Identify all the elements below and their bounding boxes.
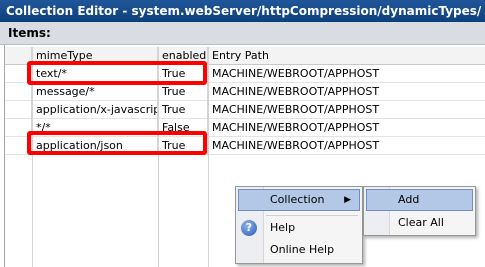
highlight-box-text	[27, 61, 207, 85]
row-selector[interactable]	[5, 83, 32, 101]
cell-enabled[interactable]: True	[158, 83, 208, 101]
cell-mimetype[interactable]: application/x-javascript	[32, 101, 158, 119]
context-menu: Collection ▶ ? Help Online Help	[235, 186, 363, 264]
menu-item-online-help[interactable]: Online Help	[238, 239, 360, 261]
column-header-entry-path[interactable]: Entry Path	[208, 47, 485, 65]
cell-entry-path[interactable]: MACHINE/WEBROOT/APPHOST	[208, 137, 485, 155]
row-selector[interactable]	[5, 101, 32, 119]
cell-enabled[interactable]: True	[158, 101, 208, 119]
menu-item-collection[interactable]: Collection ▶	[238, 189, 360, 211]
menu-item-help[interactable]: Help	[238, 217, 360, 239]
menu-item-label: Help	[270, 221, 296, 234]
table-row[interactable]: application/x-javascript True MACHINE/WE…	[5, 101, 485, 119]
menu-item-label: Add	[398, 193, 420, 206]
window-title: Collection Editor - system.webServer/htt…	[0, 0, 485, 22]
cell-entry-path[interactable]: MACHINE/WEBROOT/APPHOST	[208, 119, 485, 137]
cell-mimetype[interactable]: message/*	[32, 83, 158, 101]
menu-item-clear-all[interactable]: Clear All	[366, 212, 473, 234]
menu-separator	[266, 215, 358, 216]
cell-entry-path[interactable]: MACHINE/WEBROOT/APPHOST	[208, 83, 485, 101]
cell-entry-path[interactable]: MACHINE/WEBROOT/APPHOST	[208, 65, 485, 83]
table-row[interactable]: message/* True MACHINE/WEBROOT/APPHOST	[5, 83, 485, 101]
menu-item-label: Collection	[270, 193, 325, 206]
collection-submenu: Add Clear All	[363, 186, 476, 236]
menu-item-add[interactable]: Add	[366, 189, 473, 211]
menu-item-label: Online Help	[270, 243, 335, 256]
menu-item-label: Clear All	[398, 216, 444, 229]
cell-entry-path[interactable]: MACHINE/WEBROOT/APPHOST	[208, 101, 485, 119]
highlight-box-json	[27, 131, 207, 155]
submenu-arrow-icon: ▶	[344, 195, 351, 205]
items-header: Items:	[0, 22, 485, 45]
grid-line	[208, 47, 209, 267]
